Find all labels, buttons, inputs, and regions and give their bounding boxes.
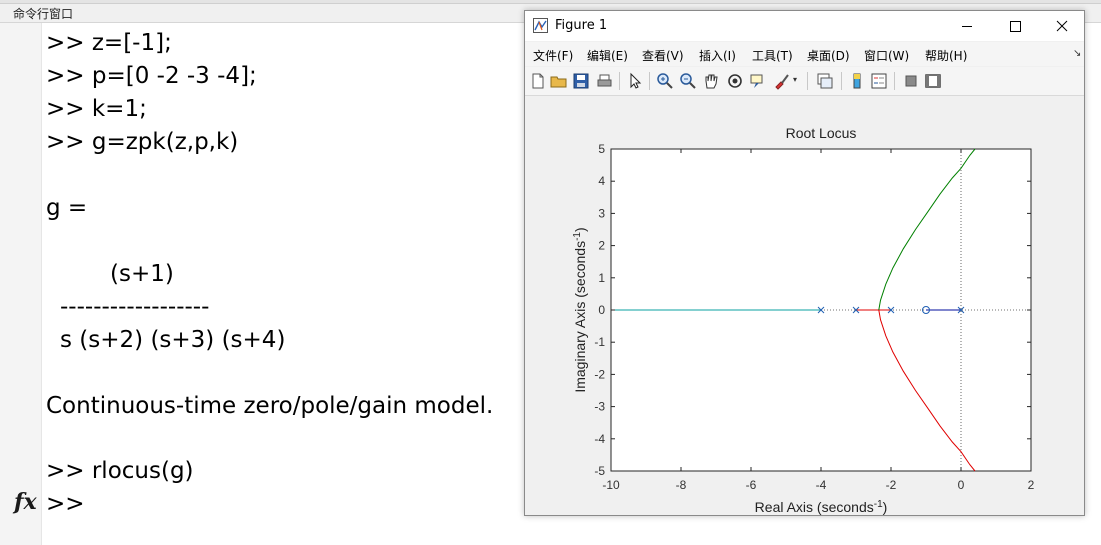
toolbar-separator: [619, 72, 620, 90]
brush-icon[interactable]: [772, 71, 792, 91]
tf-denominator: s (s+2) (s+3) (s+4): [60, 327, 286, 353]
x-axis-label: Real Axis (seconds-1): [755, 499, 888, 516]
command-line: >> p=[0 -2 -3 -4];: [46, 63, 257, 89]
command-window-title: 命令行窗口: [13, 7, 74, 21]
y-axis-label: Imaginary Axis (seconds-1): [572, 227, 589, 392]
y-tick-label: -4: [594, 432, 605, 446]
x-tick-label: -4: [816, 478, 827, 492]
y-tick-label: 3: [598, 206, 605, 220]
rotate-3d-icon[interactable]: [725, 71, 745, 91]
command-line: >> k=1;: [46, 96, 147, 122]
zoom-in-icon[interactable]: [655, 71, 675, 91]
legend-icon[interactable]: [869, 71, 889, 91]
figure-window: Figure 1 文件(F) 编辑(E) 查看(V) 插入(I) 工具(T) 桌…: [524, 10, 1085, 516]
header-divider: [0, 0, 1101, 4]
figure-title: Figure 1: [555, 18, 608, 33]
toolbar-separator: [649, 72, 650, 90]
open-file-icon[interactable]: [549, 71, 569, 91]
tf-fraction-bar: ------------------: [60, 294, 210, 320]
menu-expand-icon[interactable]: ↘: [1073, 48, 1081, 59]
x-tick-label: -8: [676, 478, 687, 492]
menu-tools[interactable]: 工具(T): [752, 47, 793, 64]
x-tick-label: 0: [958, 478, 965, 492]
y-tick-label: -2: [594, 367, 605, 381]
y-tick-label: 2: [598, 239, 605, 253]
command-prompt[interactable]: >>: [46, 490, 85, 518]
x-tick-label: -2: [886, 478, 897, 492]
y-tick-label: 5: [598, 142, 605, 156]
y-tick-label: 4: [598, 174, 605, 188]
select-arrow-icon[interactable]: [625, 71, 645, 91]
close-icon[interactable]: [1039, 11, 1085, 41]
menu-file[interactable]: 文件(F): [533, 47, 573, 64]
hide-plot-tools-icon[interactable]: [901, 71, 921, 91]
matlab-figure-icon: [533, 18, 548, 33]
command-line: >> g=zpk(z,p,k): [46, 129, 239, 155]
tf-numerator: (s+1): [110, 261, 174, 287]
link-plot-icon[interactable]: [815, 71, 835, 91]
menu-desktop[interactable]: 桌面(D): [807, 47, 850, 64]
toolbar-separator: [807, 72, 808, 90]
y-tick-label: -5: [594, 464, 605, 478]
model-description: Continuous-time zero/pole/gain model.: [46, 393, 494, 419]
colorbar-icon[interactable]: [847, 71, 867, 91]
figure-titlebar[interactable]: Figure 1: [525, 11, 1084, 41]
x-tick-label: -6: [746, 478, 757, 492]
chart-title: Root Locus: [786, 125, 857, 141]
y-tick-label: 1: [598, 271, 605, 285]
brush-dropdown-icon[interactable]: ▾: [793, 75, 797, 84]
menu-help[interactable]: 帮助(H): [925, 47, 967, 64]
output-variable-name: g =: [46, 195, 88, 221]
figure-toolbar: ▾: [525, 67, 1084, 96]
toolbar-separator: [894, 72, 895, 90]
plot-canvas[interactable]: -10 -8 -6 -4 -2 0 2 5 4 3 2 1 0 -1 -2 -3 -4 -5 Root Locus…: [525, 96, 1084, 515]
fx-icon[interactable]: fx: [14, 489, 37, 515]
command-line: >> z=[-1];: [46, 30, 172, 56]
zoom-out-icon[interactable]: [678, 71, 698, 91]
menu-edit[interactable]: 编辑(E): [587, 47, 628, 64]
menu-insert[interactable]: 插入(I): [699, 47, 736, 64]
x-tick-label: 2: [1028, 478, 1035, 492]
menu-window[interactable]: 窗口(W): [864, 47, 909, 64]
pan-hand-icon[interactable]: [701, 71, 721, 91]
save-icon[interactable]: [571, 71, 591, 91]
new-figure-icon[interactable]: [528, 71, 548, 91]
x-tick-label: -10: [602, 478, 620, 492]
data-cursor-icon[interactable]: [748, 71, 768, 91]
minimize-icon[interactable]: [944, 11, 990, 41]
command-line: >> rlocus(g): [46, 458, 194, 484]
y-tick-label: -1: [594, 335, 605, 349]
show-plot-tools-icon[interactable]: [923, 71, 943, 91]
maximize-icon[interactable]: [992, 11, 1038, 41]
figure-menubar: 文件(F) 编辑(E) 查看(V) 插入(I) 工具(T) 桌面(D) 窗口(W…: [525, 42, 1084, 66]
print-icon[interactable]: [594, 71, 614, 91]
y-tick-label: 0: [598, 303, 605, 317]
toolbar-separator: [841, 72, 842, 90]
y-tick-label: -3: [594, 400, 605, 414]
command-window-gutter: [0, 23, 42, 545]
menu-view[interactable]: 查看(V): [642, 47, 684, 64]
